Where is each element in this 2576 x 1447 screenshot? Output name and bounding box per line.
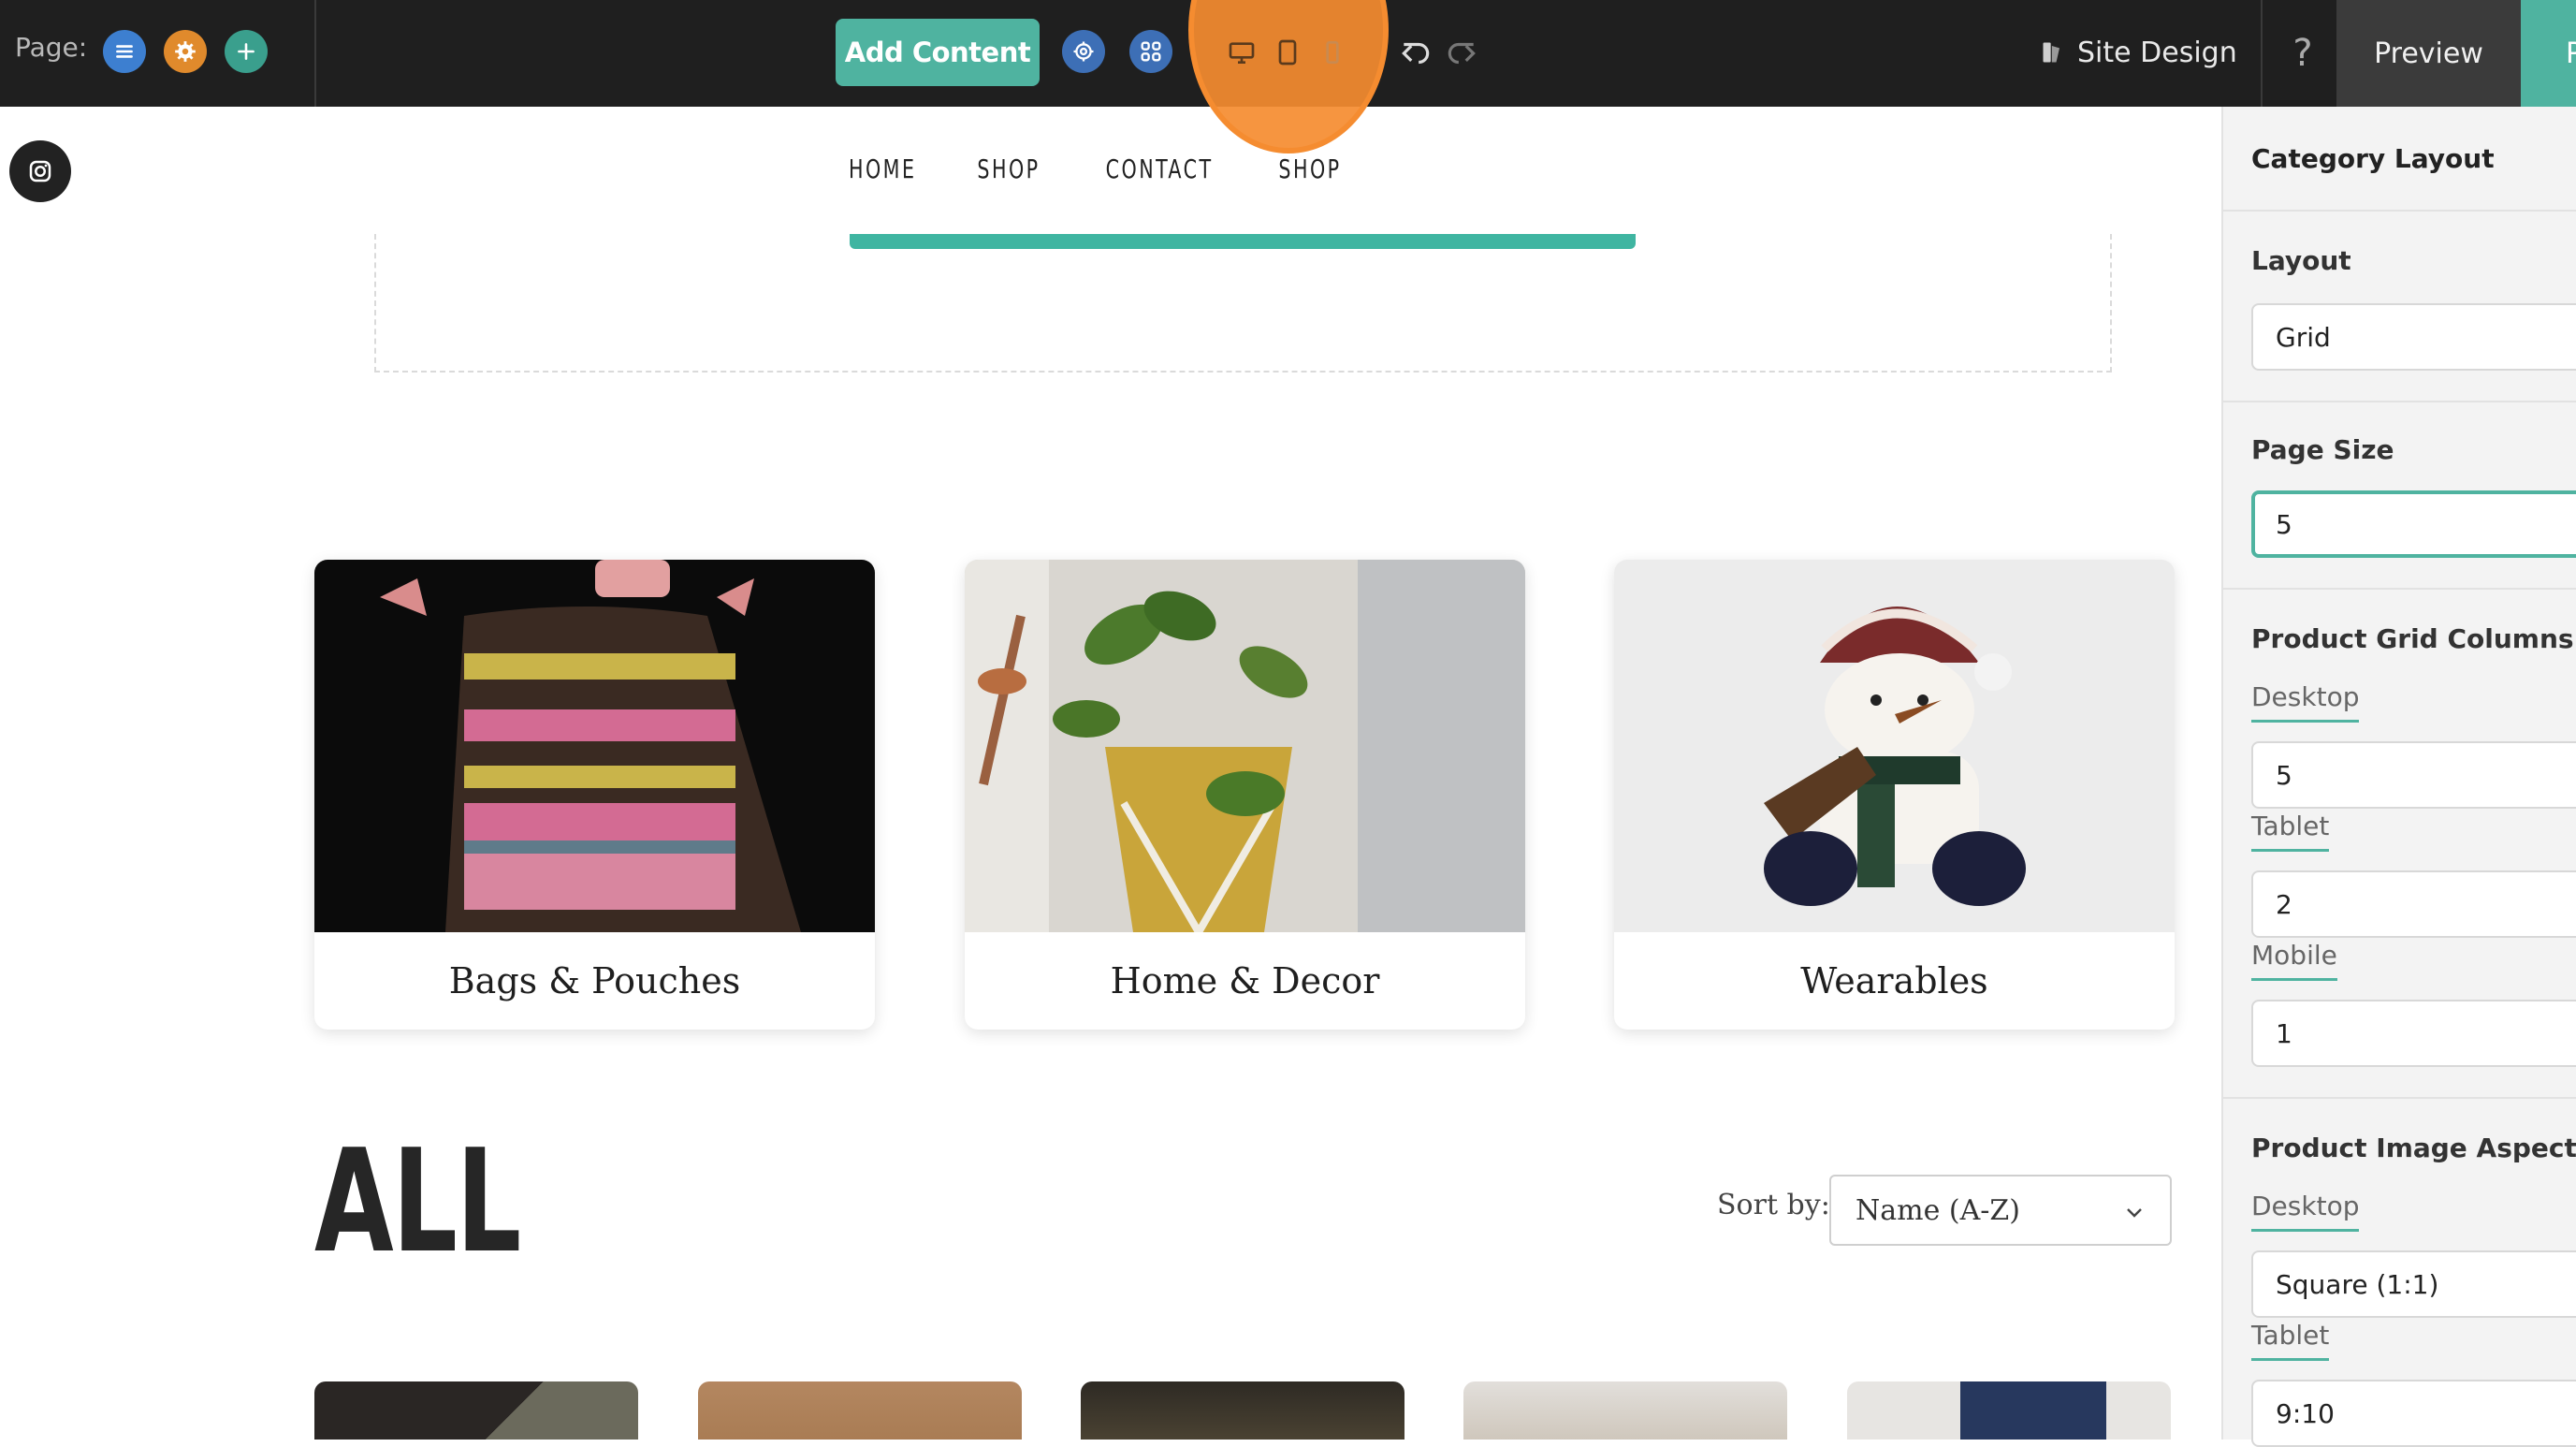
category-card-home-decor[interactable]: Home & Decor [965, 560, 1525, 1030]
page-size-value: 5 [2276, 508, 2292, 540]
chevron-down-icon [2127, 1208, 2142, 1218]
panel-divider [2223, 588, 2576, 590]
product-thumbnail[interactable] [1081, 1381, 1404, 1440]
sort-label: Sort by: [1717, 1189, 1830, 1221]
undo-icon[interactable] [1398, 36, 1434, 71]
site-navigation: HOME SHOP CONTACT SHOP [0, 153, 2218, 184]
grid-mobile-label[interactable]: Mobile [2251, 940, 2337, 981]
page-size-title: Page Size [2251, 434, 2394, 465]
bags-image [314, 560, 875, 932]
add-page-button[interactable] [225, 30, 268, 73]
category-card-bags[interactable]: Bags & Pouches [314, 560, 875, 1030]
teal-button-edge[interactable] [850, 234, 1636, 249]
aspect-tablet-label[interactable]: Tablet [2251, 1320, 2330, 1361]
sort-select-value: Name (A-Z) [1856, 1193, 2020, 1227]
layout-value: Grid [2276, 321, 2331, 353]
gear-icon [175, 41, 196, 62]
sort-select[interactable]: Name (A-Z) [1829, 1175, 2172, 1246]
panel-divider [2223, 1097, 2576, 1099]
category-card-wearables[interactable]: Wearables [1614, 560, 2175, 1030]
grid-desktop-value: 5 [2276, 759, 2292, 791]
product-thumbnail[interactable] [1847, 1381, 2171, 1440]
grid-tablet-input[interactable]: 2 [2251, 870, 2576, 938]
nav-shop[interactable]: SHOP [978, 153, 1041, 184]
preview-button[interactable]: Preview [2336, 0, 2521, 107]
layout-title: Layout [2251, 245, 2351, 276]
section-heading: ALL [314, 1118, 521, 1284]
mobile-view-button[interactable] [1314, 34, 1351, 71]
redo-icon[interactable] [1444, 36, 1479, 71]
aspect-desktop-label[interactable]: Desktop [2251, 1191, 2360, 1232]
content-block-outline [374, 234, 2112, 373]
desktop-view-button[interactable] [1223, 34, 1260, 71]
paint-icon [2043, 42, 2059, 63]
publish-button[interactable]: P [2521, 0, 2576, 107]
page-list-button[interactable] [103, 30, 146, 73]
layout-select[interactable]: Grid [2251, 303, 2576, 371]
toolbar-divider [314, 0, 316, 107]
plus-icon [238, 43, 255, 60]
product-thumbnail[interactable] [314, 1381, 638, 1440]
product-thumbnail[interactable] [1463, 1381, 1787, 1440]
grid-tablet-value: 2 [2276, 888, 2292, 920]
page-size-input[interactable]: 5 [2251, 490, 2576, 558]
category-label: Bags & Pouches [448, 960, 741, 1001]
gear-icon [1073, 41, 1094, 62]
wearables-image [1614, 560, 2175, 932]
desktop-icon [1229, 42, 1255, 64]
home-decor-image [965, 560, 1525, 932]
grid-columns-title: Product Grid Columns [2251, 623, 2574, 654]
site-settings-button[interactable] [1062, 30, 1105, 73]
aspect-tablet-select[interactable]: 9:10 [2251, 1380, 2576, 1447]
editor-toolbar: Page: Add Content Site Design ? Preview … [0, 0, 2576, 153]
category-label: Wearables [1800, 960, 1988, 1001]
panel-divider [2223, 401, 2576, 402]
page-label: Page: [15, 32, 88, 63]
aspect-desktop-select[interactable]: Square (1:1) [2251, 1250, 2576, 1318]
grid-desktop-label[interactable]: Desktop [2251, 681, 2360, 723]
panel-title: Category Layout [2223, 107, 2576, 212]
category-label: Home & Decor [1110, 960, 1380, 1001]
add-content-button[interactable]: Add Content [836, 19, 1040, 86]
grid-icon [1141, 41, 1161, 62]
mobile-icon [1326, 41, 1339, 64]
nav-contact[interactable]: CONTACT [1106, 153, 1214, 184]
grid-tablet-label[interactable]: Tablet [2251, 811, 2330, 852]
settings-panel: Category Layout Layout Grid Page Size 5 … [2221, 107, 2576, 1447]
list-icon [116, 45, 133, 58]
grid-desktop-input[interactable]: 5 [2251, 741, 2576, 809]
nav-shop-2[interactable]: SHOP [1279, 153, 1342, 184]
apps-button[interactable] [1129, 30, 1172, 73]
site-design-button[interactable]: Site Design [2040, 34, 2237, 71]
site-design-label: Site Design [2077, 36, 2237, 69]
tablet-icon [1278, 39, 1297, 66]
aspect-ratio-title: Product Image Aspect Ratio [2251, 1133, 2576, 1163]
aspect-desktop-value: Square (1:1) [2276, 1268, 2439, 1300]
highlight-circle [1188, 0, 1389, 153]
grid-mobile-value: 1 [2276, 1017, 2292, 1049]
nav-home[interactable]: HOME [849, 153, 917, 184]
help-button[interactable]: ? [2261, 0, 2345, 107]
grid-mobile-input[interactable]: 1 [2251, 1000, 2576, 1067]
aspect-tablet-value: 9:10 [2276, 1397, 2335, 1429]
product-thumbnail[interactable] [698, 1381, 1022, 1440]
page-settings-button[interactable] [164, 30, 207, 73]
tablet-view-button[interactable] [1269, 34, 1306, 71]
